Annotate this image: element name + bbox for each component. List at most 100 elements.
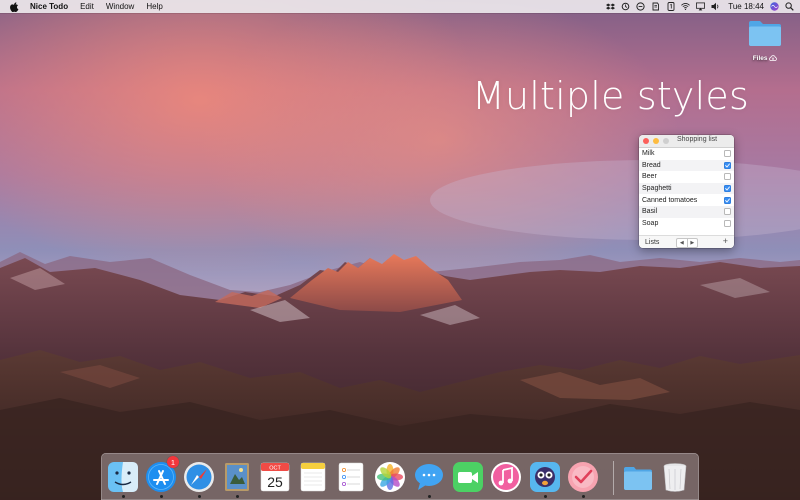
siri-icon[interactable]	[770, 2, 779, 11]
menu-help[interactable]: Help	[146, 2, 162, 11]
folder-icon	[624, 467, 652, 490]
prev-list-button[interactable]: ◀	[677, 239, 687, 247]
calendar-month: OCT	[269, 466, 281, 472]
calendar-icon: OCT 25	[260, 462, 290, 492]
menu-edit[interactable]: Edit	[80, 2, 94, 11]
folder-label: Files	[744, 55, 786, 62]
folder-label-text: Files	[752, 55, 768, 62]
dock: 1 OCT 25	[101, 453, 699, 500]
dock-preview[interactable]	[220, 460, 254, 494]
messages-icon	[415, 464, 443, 490]
dock-tweetbot[interactable]	[528, 460, 562, 494]
todo-label: Basil	[642, 208, 658, 216]
todo-row[interactable]: Canned tomatoes	[639, 194, 734, 206]
todo-checkbox[interactable]	[724, 219, 731, 227]
running-indicator	[581, 495, 585, 498]
preview-icon	[225, 463, 249, 491]
wifi-icon[interactable]	[681, 2, 691, 11]
status-area: Tue 18:44	[606, 0, 794, 13]
todo-checkbox[interactable]	[724, 208, 731, 216]
menu-app-name[interactable]: Nice Todo	[30, 2, 68, 11]
running-indicator	[121, 495, 125, 498]
window-title: Shopping list	[677, 136, 718, 143]
dock-photos[interactable]	[373, 460, 407, 494]
folder-icon	[749, 21, 781, 46]
dock-app-store[interactable]: 1	[144, 456, 179, 494]
dock-files-folder[interactable]	[621, 460, 655, 494]
add-item-button[interactable]: +	[723, 236, 728, 246]
window-footer: Lists ◀ ▶ +	[639, 235, 734, 248]
running-indicator	[427, 495, 431, 498]
todo-checkbox[interactable]	[724, 173, 731, 181]
next-list-button[interactable]: ▶	[686, 239, 698, 247]
apple-menu-icon[interactable]	[10, 1, 20, 12]
lists-button[interactable]: Lists	[645, 239, 659, 246]
tweetbot-icon	[530, 462, 560, 492]
clock-icon[interactable]	[636, 2, 645, 11]
checkmark-icon	[725, 186, 730, 191]
dock-facetime[interactable]	[451, 460, 485, 494]
todo-row[interactable]: Basil	[639, 205, 734, 218]
finder-icon	[108, 462, 138, 492]
safari-icon	[184, 462, 214, 492]
list-nav-control: ◀ ▶	[676, 238, 698, 248]
checkmark-icon	[725, 198, 730, 203]
dock-reminders[interactable]	[334, 460, 368, 494]
running-indicator	[235, 495, 239, 498]
dock-nice-todo[interactable]	[566, 460, 600, 494]
todo-label: Soap	[642, 219, 659, 227]
facetime-icon	[453, 462, 483, 492]
menu-window[interactable]: Window	[106, 2, 134, 11]
dock-safari[interactable]	[182, 460, 216, 494]
menu-clock[interactable]: Tue 18:44	[728, 2, 764, 11]
todo-row[interactable]: Bread	[639, 159, 734, 172]
todo-row[interactable]: Soap	[639, 218, 734, 230]
notes-icon	[300, 462, 326, 492]
volume-icon[interactable]	[711, 2, 720, 11]
spotlight-icon[interactable]	[785, 2, 794, 11]
airplay-icon[interactable]	[696, 2, 706, 11]
running-indicator	[197, 495, 201, 498]
calendar-day: 25	[267, 474, 283, 490]
dock-itunes[interactable]	[489, 460, 523, 494]
dock-calendar[interactable]: OCT 25	[258, 460, 292, 494]
todo-label: Bread	[642, 161, 661, 169]
todo-checkbox[interactable]	[724, 150, 731, 158]
todo-checkbox[interactable]	[724, 161, 731, 169]
icon-1[interactable]	[666, 2, 675, 11]
dock-finder[interactable]	[106, 460, 140, 494]
dock-notes[interactable]	[296, 460, 330, 494]
reminders-icon	[338, 462, 364, 492]
app-store-badge: 1	[167, 456, 179, 468]
nice-todo-icon	[568, 462, 598, 492]
photos-icon	[375, 462, 405, 492]
dropbox-icon[interactable]	[606, 2, 616, 11]
dock-trash[interactable]	[658, 460, 692, 494]
window-minimize-button[interactable]	[653, 138, 659, 144]
window-close-button[interactable]	[643, 138, 649, 144]
shopping-list-window: Shopping list Milk Bread Beer Spaghetti …	[639, 135, 734, 248]
running-indicator	[543, 495, 547, 498]
menu-bar: Nice Todo Edit Window Help Tue 18:44	[0, 0, 800, 13]
todo-checkbox[interactable]	[724, 185, 731, 193]
dock-separator	[613, 461, 614, 495]
todo-list: Milk Bread Beer Spaghetti Canned tomatoe…	[639, 148, 734, 229]
todo-row[interactable]: Spaghetti	[639, 182, 734, 195]
todo-label: Milk	[642, 150, 655, 158]
dock-messages[interactable]	[412, 460, 446, 494]
window-zoom-button[interactable]	[663, 138, 669, 144]
icloud-icon	[769, 55, 778, 62]
itunes-icon	[491, 462, 521, 492]
evernote-icon[interactable]	[651, 2, 660, 11]
todo-row[interactable]: Beer	[639, 171, 734, 183]
todo-row[interactable]: Milk	[639, 148, 734, 160]
todo-label: Spaghetti	[642, 185, 672, 193]
window-titlebar[interactable]: Shopping list	[639, 135, 734, 148]
todo-label: Canned tomatoes	[642, 196, 698, 204]
desktop-folder-files[interactable]: Files	[744, 18, 786, 62]
todo-label: Beer	[642, 173, 657, 181]
trash-icon	[663, 463, 687, 492]
sync-icon[interactable]	[621, 2, 630, 11]
todo-checkbox[interactable]	[724, 196, 731, 204]
running-indicator	[159, 495, 163, 498]
